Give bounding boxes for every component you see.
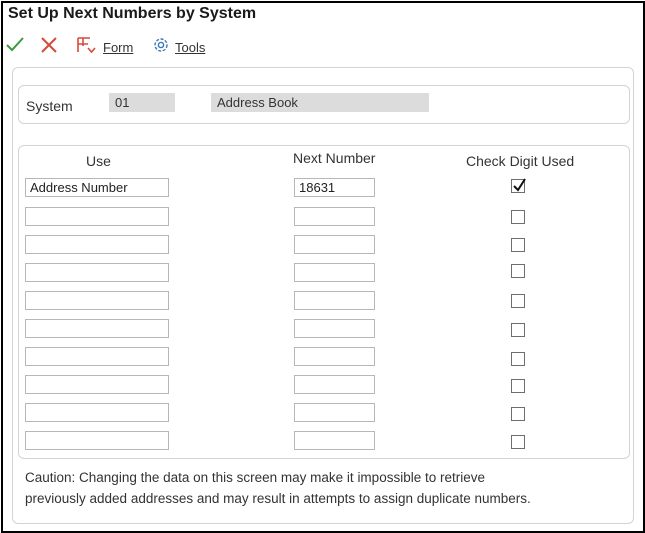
cancel-button[interactable]	[39, 31, 59, 63]
checkmark-icon	[5, 35, 25, 60]
next-numbers-grid: Use Next Number Check Digit Used Address…	[18, 145, 630, 459]
page-title: Set Up Next Numbers by System	[8, 5, 257, 22]
next-number-input[interactable]	[294, 403, 375, 422]
caution-line-1: Caution: Changing the data on this scree…	[25, 470, 485, 485]
use-input[interactable]	[25, 235, 169, 254]
form-menu-label: Form	[103, 39, 134, 55]
tools-menu-button[interactable]: Tools	[151, 31, 205, 63]
next-number-input[interactable]: 18631	[294, 178, 375, 197]
tools-menu-label: Tools	[175, 39, 206, 55]
check-digit-checkbox[interactable]	[511, 435, 525, 449]
column-header-check-digit: Check Digit Used	[466, 153, 575, 169]
form-menu-button[interactable]: Form	[75, 31, 133, 63]
use-input[interactable]	[25, 291, 169, 310]
column-header-next-number: Next Number	[293, 150, 376, 166]
check-digit-checkbox[interactable]	[511, 210, 525, 224]
next-number-input[interactable]	[294, 263, 375, 282]
gear-icon	[151, 35, 171, 60]
toolbar: Form Tools	[3, 31, 643, 63]
checkmark-icon	[513, 178, 526, 192]
use-input[interactable]	[25, 403, 169, 422]
next-number-input[interactable]	[294, 235, 375, 254]
use-input[interactable]	[25, 347, 169, 366]
caution-note: Caution: Changing the data on this scree…	[25, 468, 625, 509]
use-input[interactable]	[25, 207, 169, 226]
window: Set Up Next Numbers by System Form Tools…	[1, 1, 645, 533]
system-code-field: 01	[109, 93, 175, 112]
check-digit-checkbox[interactable]	[511, 323, 525, 337]
system-panel: System 01 Address Book	[18, 85, 630, 124]
check-digit-checkbox[interactable]	[511, 379, 525, 393]
use-input[interactable]	[25, 431, 169, 450]
use-input[interactable]	[25, 263, 169, 282]
check-digit-checkbox[interactable]	[511, 407, 525, 421]
next-number-input[interactable]	[294, 347, 375, 366]
use-input[interactable]	[25, 319, 169, 338]
close-icon	[39, 35, 59, 60]
next-number-input[interactable]	[294, 431, 375, 450]
system-description-field: Address Book	[211, 93, 429, 112]
use-input[interactable]: Address Number	[25, 178, 169, 197]
next-number-input[interactable]	[294, 375, 375, 394]
next-number-input[interactable]	[294, 319, 375, 338]
use-input[interactable]	[25, 375, 169, 394]
form-icon	[75, 34, 99, 61]
check-digit-checkbox[interactable]	[511, 264, 525, 278]
check-digit-checkbox[interactable]	[511, 294, 525, 308]
next-number-input[interactable]	[294, 291, 375, 310]
check-digit-checkbox[interactable]	[511, 178, 526, 193]
system-label: System	[26, 98, 73, 114]
form-body: System 01 Address Book Use Next Number C…	[12, 67, 634, 524]
caution-line-2: previously added addresses and may resul…	[25, 490, 531, 506]
column-header-use: Use	[86, 153, 111, 169]
check-digit-checkbox[interactable]	[511, 352, 525, 366]
ok-button[interactable]	[5, 31, 25, 63]
check-digit-checkbox[interactable]	[511, 238, 525, 252]
next-number-input[interactable]	[294, 207, 375, 226]
